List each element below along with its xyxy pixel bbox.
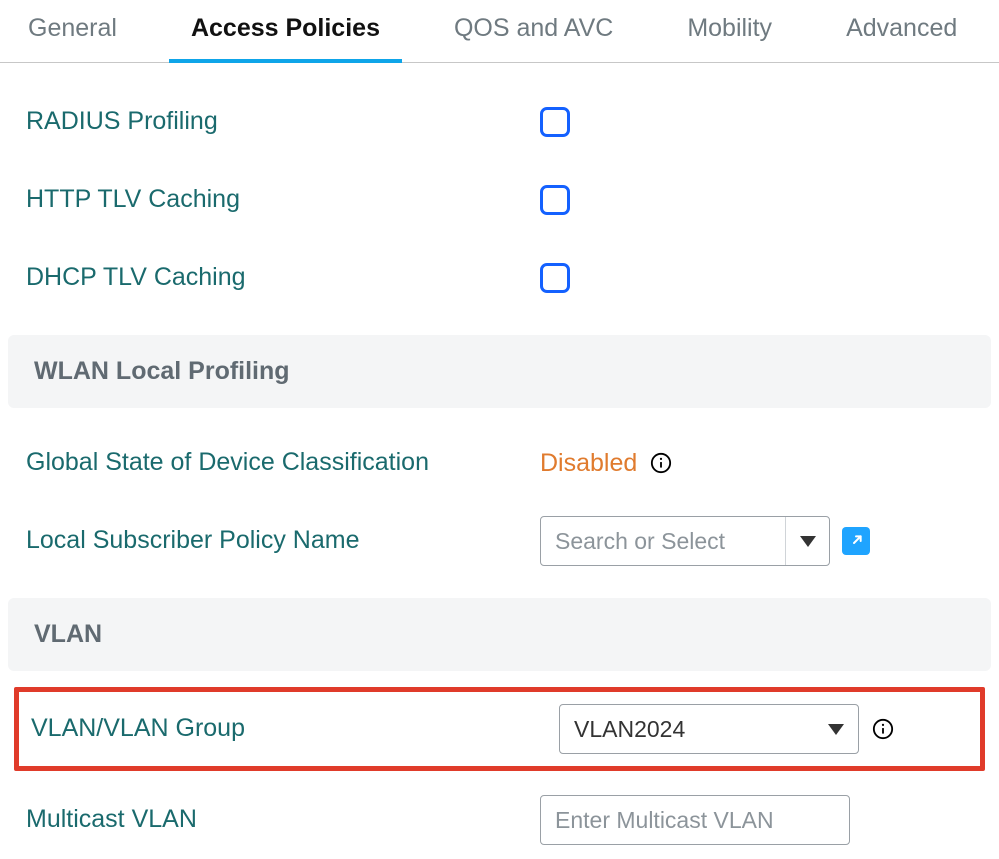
label-multicast-vlan: Multicast VLAN — [0, 804, 430, 835]
tab-bar: General Access Policies QOS and AVC Mobi… — [0, 0, 999, 63]
row-dhcp-tlv-caching: DHCP TLV Caching — [0, 239, 999, 317]
tab-mobility[interactable]: Mobility — [665, 0, 794, 63]
tab-qos-and-avc[interactable]: QOS and AVC — [432, 0, 635, 63]
checkbox-dhcp-tlv-caching[interactable] — [540, 263, 570, 293]
select-vlan-group[interactable]: VLAN2024 — [559, 704, 859, 754]
label-http-tlv-caching: HTTP TLV Caching — [0, 184, 430, 215]
row-local-subscriber-policy: Local Subscriber Policy Name Search or S… — [0, 502, 999, 580]
row-global-state: Global State of Device Classification Di… — [0, 424, 999, 502]
tab-advanced[interactable]: Advanced — [824, 0, 979, 63]
row-http-tlv-caching: HTTP TLV Caching — [0, 161, 999, 239]
input-multicast-vlan[interactable] — [540, 795, 850, 845]
form-body: RADIUS Profiling HTTP TLV Caching DHCP T… — [0, 63, 999, 859]
label-dhcp-tlv-caching: DHCP TLV Caching — [0, 262, 430, 293]
chevron-down-icon[interactable] — [785, 517, 829, 565]
select-vlan-group-text: VLAN2024 — [560, 705, 814, 753]
select-local-subscriber-policy[interactable]: Search or Select — [540, 516, 830, 566]
tab-general[interactable]: General — [6, 0, 139, 63]
label-vlan-group: VLAN/VLAN Group — [19, 713, 449, 744]
external-link-button[interactable] — [842, 527, 870, 555]
section-vlan: VLAN — [8, 598, 991, 671]
checkbox-http-tlv-caching[interactable] — [540, 185, 570, 215]
info-icon[interactable] — [871, 717, 895, 741]
label-local-subscriber-policy: Local Subscriber Policy Name — [0, 525, 430, 556]
row-radius-profiling: RADIUS Profiling — [0, 83, 999, 161]
checkbox-radius-profiling[interactable] — [540, 107, 570, 137]
row-multicast-vlan: Multicast VLAN — [0, 781, 999, 859]
select-local-subscriber-policy-text: Search or Select — [541, 517, 785, 565]
info-icon[interactable] — [649, 451, 673, 475]
chevron-down-icon[interactable] — [814, 705, 858, 753]
label-global-state: Global State of Device Classification — [0, 447, 430, 478]
status-global-state: Disabled — [540, 449, 637, 478]
highlight-vlan-group: VLAN/VLAN Group VLAN2024 — [14, 687, 985, 771]
tab-access-policies[interactable]: Access Policies — [169, 0, 402, 63]
label-radius-profiling: RADIUS Profiling — [0, 106, 430, 137]
section-wlan-local-profiling: WLAN Local Profiling — [8, 335, 991, 408]
row-vlan-group: VLAN/VLAN Group VLAN2024 — [19, 692, 980, 766]
